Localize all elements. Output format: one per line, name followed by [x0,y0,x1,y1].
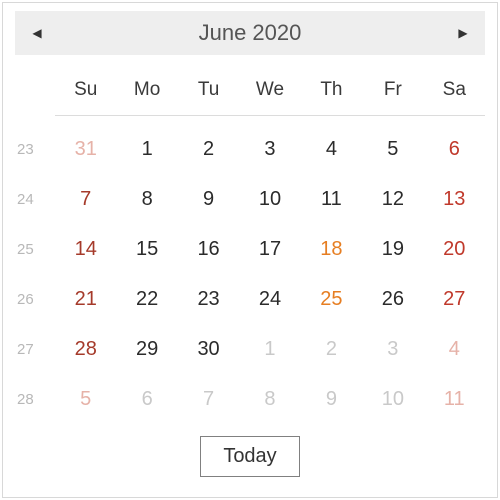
day-cell[interactable]: 9 [178,176,239,222]
day-cell[interactable]: 24 [239,276,300,322]
day-cell[interactable]: 7 [55,176,116,222]
month-year-title[interactable]: June 2020 [199,20,302,46]
day-cell[interactable]: 4 [424,326,485,372]
day-cell[interactable]: 5 [55,376,116,422]
day-cell[interactable]: 17 [239,226,300,272]
day-cell[interactable]: 3 [239,126,300,172]
day-cell[interactable]: 25 [301,276,362,322]
day-cell[interactable]: 27 [424,276,485,322]
day-cell[interactable]: 29 [116,326,177,372]
day-cell[interactable]: 2 [178,126,239,172]
day-cell[interactable]: 2 [301,326,362,372]
day-cell[interactable]: 4 [301,126,362,172]
day-header-sa: Sa [443,73,466,111]
day-cell[interactable]: 21 [55,276,116,322]
day-cell[interactable]: 10 [362,376,423,422]
week-number: 25 [15,241,34,258]
next-month-button[interactable]: ▶ [445,11,481,55]
day-header-we: We [256,73,284,111]
day-cell[interactable]: 14 [55,226,116,272]
day-cell[interactable]: 1 [239,326,300,372]
calendar: ◀ June 2020 ▶ Su Mo Tu We Th Fr Sa 23311… [2,2,498,498]
day-cell[interactable]: 6 [424,126,485,172]
day-cell[interactable]: 11 [301,176,362,222]
day-cell[interactable]: 20 [424,226,485,272]
week-number: 23 [15,141,34,158]
day-cell[interactable]: 11 [424,376,485,422]
triangle-right-icon: ▶ [458,26,467,40]
day-cell[interactable]: 13 [424,176,485,222]
day-cell[interactable]: 8 [239,376,300,422]
prev-month-button[interactable]: ◀ [19,11,55,55]
day-cell[interactable]: 15 [116,226,177,272]
day-cell[interactable]: 7 [178,376,239,422]
day-cell[interactable]: 18 [301,226,362,272]
day-header-su: Su [74,73,97,111]
day-cell[interactable]: 1 [116,126,177,172]
day-cell[interactable]: 26 [362,276,423,322]
day-header-th: Th [320,73,342,111]
day-cell[interactable]: 30 [178,326,239,372]
day-cell[interactable]: 31 [55,126,116,172]
day-cell[interactable]: 28 [55,326,116,372]
day-cell[interactable]: 10 [239,176,300,222]
day-cell[interactable]: 9 [301,376,362,422]
day-cell[interactable]: 22 [116,276,177,322]
week-number: 28 [15,391,34,408]
week-number: 24 [15,191,34,208]
day-header-tu: Tu [198,73,219,111]
day-cell[interactable]: 3 [362,326,423,372]
day-header-fr: Fr [384,73,402,111]
day-header-mo: Mo [134,73,160,111]
calendar-header: ◀ June 2020 ▶ [15,11,485,55]
day-cell[interactable]: 12 [362,176,423,222]
day-cell[interactable]: 5 [362,126,423,172]
week-number: 26 [15,291,34,308]
day-cell[interactable]: 16 [178,226,239,272]
week-number: 27 [15,341,34,358]
day-cell[interactable]: 19 [362,226,423,272]
header-divider [55,115,485,116]
day-cell[interactable]: 8 [116,176,177,222]
calendar-grid: Su Mo Tu We Th Fr Sa 2331123456247891011… [15,73,485,422]
day-cell[interactable]: 23 [178,276,239,322]
day-cell[interactable]: 6 [116,376,177,422]
triangle-left-icon: ◀ [32,26,41,40]
today-button[interactable]: Today [200,436,299,477]
today-row: Today [15,436,485,477]
